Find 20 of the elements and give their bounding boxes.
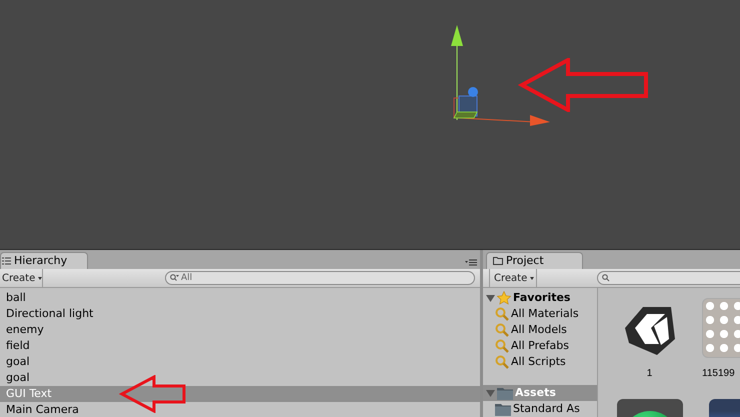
tree-item[interactable]: Standard As [483,401,597,417]
hierarchy-item[interactable]: enemy [0,322,480,338]
hierarchy-item[interactable]: goal [0,370,480,386]
hierarchy-item[interactable]: Directional light [0,306,480,322]
hierarchy-item[interactable]: ball [0,290,480,306]
hierarchy-item[interactable]: Main Camera [0,402,480,417]
tree-item[interactable]: All Prefabs [483,338,597,354]
asset-label: 115199 [702,367,735,381]
hierarchy-tab[interactable]: Hierarchy [0,252,88,269]
project-tab[interactable]: Project [486,252,583,269]
create-dropdown[interactable]: Create [0,269,43,287]
tree-item[interactable]: All Scripts [483,354,597,370]
hierarchy-item[interactable]: goal [0,354,480,370]
tree-item[interactable]: Favorites [483,290,597,306]
hierarchy-item[interactable]: field [0,338,480,354]
asset-label: 1 [646,367,652,381]
search-field[interactable]: All [165,271,475,285]
tree-item[interactable]: All Materials [483,306,597,322]
create-dropdown[interactable]: Create [489,269,537,287]
tree-item[interactable]: All Models [483,322,597,338]
